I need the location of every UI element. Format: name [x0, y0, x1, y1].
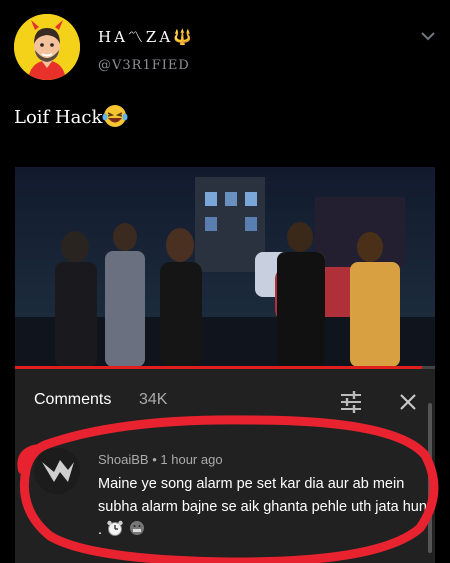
tweet-text-content: Loif Hack [14, 107, 103, 128]
comment-time: 1 hour ago [160, 452, 223, 467]
display-name[interactable]: HA〽ZA🔱 [98, 26, 195, 47]
grimace-emoji-icon [128, 521, 146, 538]
sort-sliders-icon[interactable] [339, 391, 363, 413]
video-frame [15, 167, 435, 367]
user-handle[interactable]: @V3R1FIED [98, 58, 190, 73]
comments-scrollbar[interactable] [428, 403, 432, 553]
comment-text: Maine ye song alarm pe set kar dia aur a… [98, 473, 428, 542]
comment-body: Maine ye song alarm pe set kar dia aur a… [98, 476, 427, 538]
chevron-down-icon[interactable] [418, 26, 438, 46]
comment-meta: ShoaiBB • 1 hour ago [98, 452, 223, 467]
close-icon[interactable] [397, 391, 419, 413]
comments-count: 34K [139, 391, 168, 408]
comment-author[interactable]: ShoaiBB [98, 452, 149, 467]
alarm-clock-icon [106, 520, 124, 538]
tweet-text: Loif Hack [14, 104, 128, 133]
laughing-emoji-icon [102, 104, 128, 133]
comments-title: Comments [34, 391, 112, 408]
commenter-avatar[interactable] [34, 448, 80, 494]
tweet-header: HA〽ZA🔱 @V3R1FIED [0, 0, 450, 95]
video-player[interactable] [15, 167, 435, 367]
devil-avatar-icon[interactable] [14, 14, 80, 80]
